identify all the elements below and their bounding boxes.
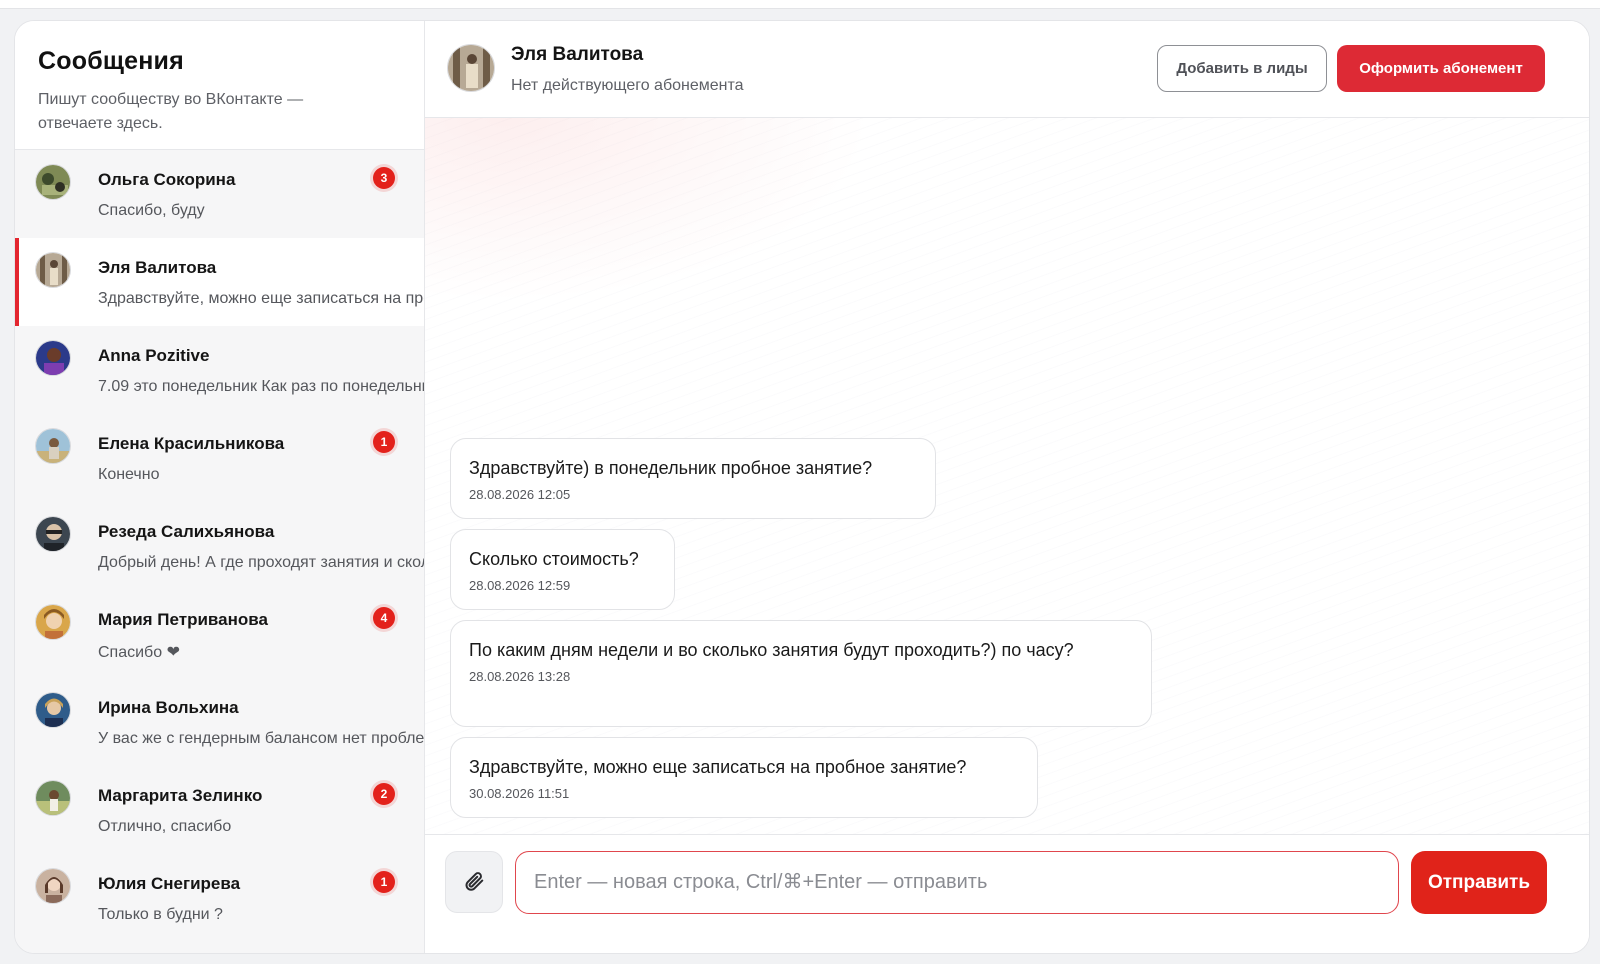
avatar [35,868,71,904]
conversation-name: Резеда Салихьянова [98,522,275,541]
conversation-item-active[interactable]: Эля Валитова Здравствуйте, можно еще зап… [15,238,424,326]
message-text: Здравствуйте) в понедельник пробное заня… [469,458,873,478]
conversation-preview: Здравствуйте, можно еще записаться на пр… [98,290,424,307]
conversation-item[interactable]: Резеда Салихьянова Добрый день! А где пр… [15,502,424,590]
conversation-item[interactable]: Елена Красильникова Конечно 1 [15,414,424,502]
conversation-item[interactable]: Anna Pozitive 7.09 это понедельник Как р… [15,326,424,414]
message-text: По каким дням недели и во сколько заняти… [469,640,1074,660]
conversation-name: Эля Валитова [98,258,217,277]
conversation-item[interactable]: Мария Петриванова Спасибо ❤ 4 [15,590,424,678]
contact-status: Нет действующего абонемента [511,77,744,94]
message-text: Сколько стоимость? [469,549,639,569]
messenger-app: Сообщения Пишут сообществу во ВКонтакте … [14,20,1590,954]
sidebar-subtitle: Пишут сообществу во ВКонтакте — отвечает… [38,91,304,132]
message-input[interactable] [515,851,1399,914]
unread-badge: 1 [373,431,395,453]
conversations-sidebar: Сообщения Пишут сообществу во ВКонтакте … [15,21,425,953]
message-bubble: Здравствуйте) в понедельник пробное заня… [450,438,936,519]
conversation-preview: У вас же с гендерным балансом нет пробле… [98,730,424,747]
sidebar-title: Сообщения [38,47,184,75]
message-time: 28.08.2026 13:28 [469,669,571,684]
avatar [35,692,71,728]
send-button[interactable]: Отправить [1411,851,1547,914]
conversation-preview: Только в будни ? [98,906,223,923]
message-text: Здравствуйте, можно еще записаться на пр… [469,757,967,777]
avatar [35,604,71,640]
conversation-preview: 7.09 это понедельник Как раз по понедель… [98,378,424,395]
avatar [35,428,71,464]
conversation-item[interactable]: Маргарита Зелинко Отлично, спасибо 2 [15,766,424,854]
conversation-name: Anna Pozitive [98,346,210,365]
chat-panel: Эля Валитова Нет действующего абонемента… [425,21,1589,953]
conversation-preview: Отлично, спасибо [98,818,232,835]
message-time: 30.08.2026 11:51 [469,786,570,801]
attach-button[interactable] [445,851,503,913]
avatar [35,340,71,376]
conversation-preview: Спасибо, буду [98,202,205,219]
paperclip-icon [463,870,485,895]
conversation-preview: Добрый день! А где проходят занятия и ск… [98,554,424,571]
contact-name: Эля Валитова [511,44,644,65]
message-bubble: Сколько стоимость? 28.08.2026 12:59 [450,529,675,610]
message-composer: Отправить [425,834,1589,953]
unread-badge: 4 [373,607,395,629]
chat-header: Эля Валитова Нет действующего абонемента… [425,21,1589,118]
conversation-preview: Конечно [98,466,160,483]
contact-avatar [447,44,495,92]
message-time: 28.08.2026 12:05 [469,487,571,502]
avatar [35,516,71,552]
avatar [35,780,71,816]
top-bar [0,0,1600,9]
conversation-list: Ольга Сокорина Спасибо, буду 3 Эля Валит… [15,150,424,942]
add-to-leads-button[interactable]: Добавить в лиды [1157,45,1327,92]
unread-badge: 1 [373,871,395,893]
message-bubble: По каким дням недели и во сколько заняти… [450,620,1152,727]
unread-badge: 2 [373,783,395,805]
message-time: 28.08.2026 12:59 [469,578,571,593]
conversation-item[interactable]: Ольга Сокорина Спасибо, буду 3 [15,150,424,238]
conversation-item[interactable]: Ирина Вольхина У вас же с гендерным бала… [15,678,424,766]
message-bubble: Здравствуйте, можно еще записаться на пр… [450,737,1038,818]
create-subscription-button[interactable]: Оформить абонемент [1337,45,1545,92]
message-history[interactable]: Здравствуйте) в понедельник пробное заня… [425,118,1589,834]
conversation-preview: Спасибо ❤ [98,644,180,661]
avatar [35,164,71,200]
sidebar-header: Сообщения Пишут сообществу во ВКонтакте … [15,21,424,150]
conversation-name: Ирина Вольхина [98,698,239,717]
unread-badge: 3 [373,167,395,189]
avatar [35,252,71,288]
conversation-item[interactable]: Юлия Снегирева Только в будни ? 1 [15,854,424,942]
